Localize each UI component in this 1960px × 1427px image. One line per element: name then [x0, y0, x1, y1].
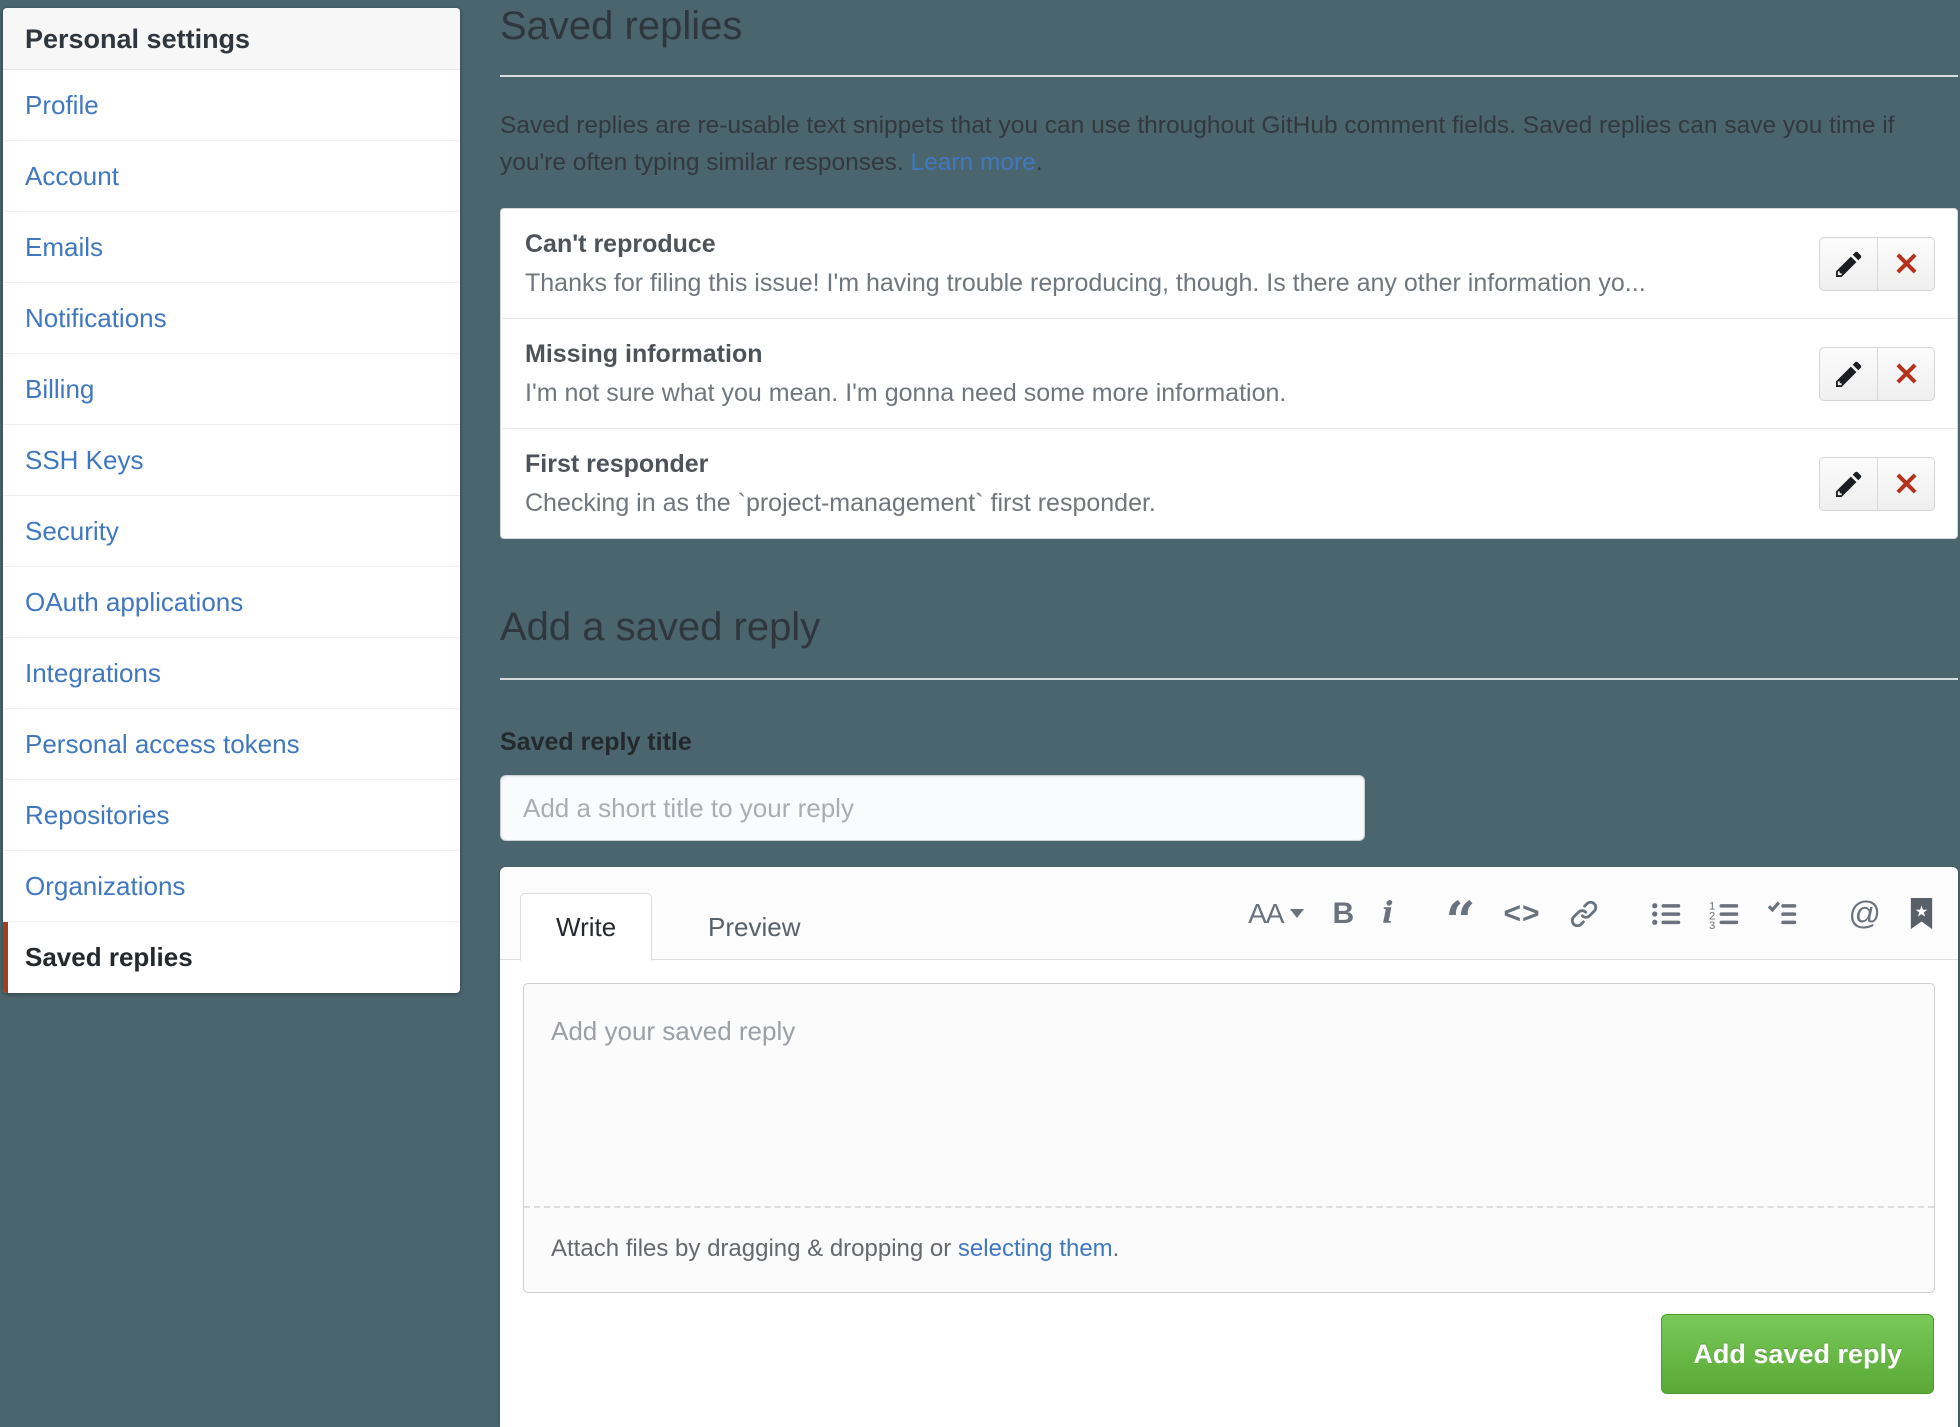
- quote-icon[interactable]: “: [1446, 895, 1476, 933]
- saved-reply-row: Missing information I'm not sure what you…: [501, 319, 1957, 429]
- code-icon[interactable]: <>: [1503, 897, 1540, 931]
- italic-icon[interactable]: i: [1382, 896, 1393, 931]
- x-icon: [1895, 358, 1918, 389]
- learn-more-link[interactable]: Learn more: [910, 149, 1035, 176]
- numbered-list-glyph: 123: [1709, 899, 1739, 929]
- settings-sidebar: Personal settings ProfileAccountEmailsNo…: [3, 8, 460, 993]
- saved-reply-title-input[interactable]: [500, 775, 1365, 841]
- attach-files-suffix: .: [1113, 1235, 1120, 1262]
- edit-reply-button[interactable]: [1820, 238, 1877, 290]
- x-icon: [1895, 248, 1918, 279]
- selecting-them-link[interactable]: selecting them: [958, 1235, 1113, 1262]
- mention-icon[interactable]: @: [1849, 895, 1881, 932]
- reply-actions: [1819, 457, 1935, 511]
- intro-text: Saved replies are re-usable text snippet…: [500, 107, 1930, 181]
- sidebar-item-profile[interactable]: Profile: [3, 70, 460, 141]
- sidebar-item-billing[interactable]: Billing: [3, 354, 460, 425]
- bookmark-icon[interactable]: ★: [1909, 898, 1934, 930]
- reply-actions: [1819, 237, 1935, 291]
- attach-files-text: Attach files by dragging & dropping or: [551, 1235, 958, 1262]
- svg-text:3: 3: [1709, 920, 1715, 929]
- reply-composer: Write Preview AABi“<>123@★ Attach files …: [500, 867, 1958, 1427]
- tab-preview[interactable]: Preview: [678, 893, 830, 961]
- main-content: Saved replies Saved replies are re-usabl…: [500, 0, 1958, 1427]
- sidebar-item-saved-replies[interactable]: Saved replies: [3, 922, 460, 993]
- attach-files-row: Attach files by dragging & dropping or s…: [524, 1206, 1934, 1292]
- sidebar-item-oauth-applications[interactable]: OAuth applications: [3, 567, 460, 638]
- markdown-toolbar: AABi“<>123@★: [1248, 867, 1934, 960]
- toolbar-group: AA Bi: [1248, 896, 1393, 931]
- sidebar-item-emails[interactable]: Emails: [3, 212, 460, 283]
- toolbar-group: @★: [1849, 895, 1934, 932]
- toolbar-group: 123: [1651, 899, 1797, 929]
- pencil-icon: [1836, 469, 1862, 499]
- caret-down-icon: [1290, 909, 1304, 918]
- tab-write[interactable]: Write: [520, 893, 652, 961]
- delete-reply-button[interactable]: [1877, 458, 1934, 510]
- task-list-glyph: [1767, 899, 1797, 929]
- saved-reply-title: Missing information: [525, 339, 1933, 369]
- saved-reply-excerpt: Thanks for filing this issue! I'm having…: [525, 268, 1933, 298]
- add-saved-reply-button[interactable]: Add saved reply: [1661, 1314, 1934, 1394]
- delete-reply-button[interactable]: [1877, 238, 1934, 290]
- task-list-icon[interactable]: [1767, 899, 1797, 929]
- text-size-icon[interactable]: AA: [1248, 898, 1304, 930]
- delete-reply-button[interactable]: [1877, 348, 1934, 400]
- link-icon[interactable]: [1569, 899, 1599, 929]
- editor-box: Attach files by dragging & dropping or s…: [523, 983, 1935, 1293]
- link-icon: [1569, 899, 1599, 929]
- intro-text-suffix: .: [1036, 149, 1043, 176]
- sidebar-item-organizations[interactable]: Organizations: [3, 851, 460, 922]
- toolbar-group: “ <>: [1446, 895, 1599, 933]
- saved-reply-row: First responder Checking in as the `proje…: [501, 429, 1957, 538]
- sidebar-items: ProfileAccountEmailsNotificationsBilling…: [3, 70, 460, 993]
- edit-reply-button[interactable]: [1820, 458, 1877, 510]
- sidebar-item-repositories[interactable]: Repositories: [3, 780, 460, 851]
- add-reply-section-title: Add a saved reply: [500, 605, 1958, 680]
- reply-actions: [1819, 347, 1935, 401]
- saved-reply-row: Can't reproduce Thanks for filing this is…: [501, 209, 1957, 319]
- sidebar-item-notifications[interactable]: Notifications: [3, 283, 460, 354]
- saved-reply-title: Can't reproduce: [525, 229, 1933, 259]
- sidebar-item-ssh-keys[interactable]: SSH Keys: [3, 425, 460, 496]
- sidebar-item-integrations[interactable]: Integrations: [3, 638, 460, 709]
- composer-header: Write Preview AABi“<>123@★: [500, 867, 1958, 960]
- pencil-icon: [1836, 249, 1862, 279]
- bullet-list-glyph: [1651, 899, 1681, 929]
- sidebar-item-personal-access-tokens[interactable]: Personal access tokens: [3, 709, 460, 780]
- intro-text-body: Saved replies are re-usable text snippet…: [500, 112, 1895, 176]
- saved-reply-title: First responder: [525, 449, 1933, 479]
- saved-reply-excerpt: I'm not sure what you mean. I'm gonna ne…: [525, 378, 1933, 408]
- sidebar-item-security[interactable]: Security: [3, 496, 460, 567]
- sidebar-title: Personal settings: [3, 8, 460, 70]
- bold-icon[interactable]: B: [1332, 897, 1354, 931]
- saved-reply-excerpt: Checking in as the `project-management` …: [525, 488, 1933, 518]
- ordered-list-icon[interactable]: 123: [1709, 899, 1739, 929]
- page-title: Saved replies: [500, 0, 1958, 77]
- pencil-icon: [1836, 359, 1862, 389]
- edit-reply-button[interactable]: [1820, 348, 1877, 400]
- saved-reply-title-label: Saved reply title: [500, 728, 1958, 757]
- saved-replies-list: Can't reproduce Thanks for filing this is…: [500, 208, 1958, 539]
- sidebar-item-account[interactable]: Account: [3, 141, 460, 212]
- svg-text:★: ★: [1915, 902, 1929, 920]
- unordered-list-icon[interactable]: [1651, 899, 1681, 929]
- x-icon: [1895, 468, 1918, 499]
- bookmark-glyph: ★: [1909, 898, 1934, 930]
- saved-reply-body-textarea[interactable]: [524, 984, 1934, 1206]
